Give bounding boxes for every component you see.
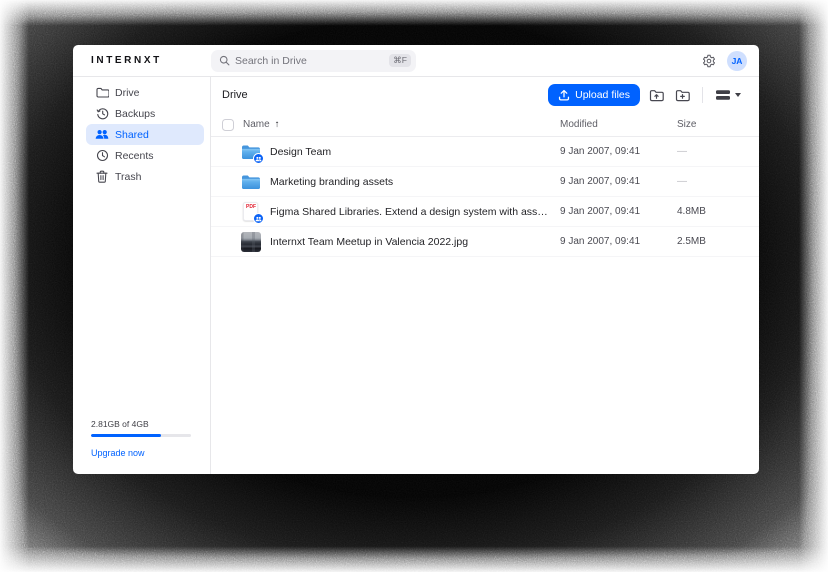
- sidebar-item-label: Backups: [115, 108, 155, 120]
- search-icon: [219, 55, 230, 66]
- image-thumbnail: [241, 232, 261, 252]
- view-mode-button[interactable]: [713, 86, 743, 104]
- search-bar[interactable]: ⌘F: [211, 50, 416, 72]
- sidebar-item-backups[interactable]: Backups: [86, 103, 204, 124]
- sidebar-item-label: Recents: [115, 150, 154, 162]
- table-row[interactable]: Design Team 9 Jan 2007, 09:41 —: [211, 137, 759, 167]
- sidebar-item-label: Drive: [115, 87, 140, 99]
- table-row[interactable]: Marketing branding assets 9 Jan 2007, 09…: [211, 167, 759, 197]
- people-icon: [95, 129, 109, 140]
- column-size[interactable]: Size: [677, 119, 759, 130]
- toolbar: Upload files: [548, 84, 743, 106]
- upload-files-button[interactable]: Upload files: [548, 84, 640, 106]
- file-name: Design Team: [270, 146, 341, 158]
- breadcrumb[interactable]: Drive: [222, 89, 248, 101]
- gear-icon: [702, 54, 716, 68]
- file-size: —: [677, 146, 759, 157]
- settings-button[interactable]: [702, 54, 716, 68]
- toolbar-divider: [702, 87, 703, 103]
- file-size: 4.8MB: [677, 206, 759, 217]
- folder-plus-icon: [675, 89, 690, 102]
- folder-upload-icon: [649, 89, 664, 102]
- file-name: Internxt Team Meetup in Valencia 2022.jp…: [270, 236, 478, 248]
- main-panel: Drive Upload files: [211, 77, 759, 474]
- sort-asc-icon[interactable]: ↑: [275, 119, 280, 130]
- app-body: Drive Backups Shared Recents: [73, 77, 759, 474]
- shared-badge-icon: [253, 153, 264, 164]
- storage-usage-text: 2.81GB of 4GB: [91, 419, 191, 429]
- file-size: 2.5MB: [677, 236, 759, 247]
- upload-icon: [558, 89, 570, 101]
- image-file-icon: [240, 231, 261, 252]
- select-all-checkbox[interactable]: [222, 119, 234, 131]
- upload-files-label: Upload files: [575, 89, 630, 101]
- search-input[interactable]: [235, 55, 384, 67]
- file-list: Design Team 9 Jan 2007, 09:41 — Marketin…: [211, 137, 759, 257]
- chevron-down-icon: [735, 93, 741, 97]
- top-bar: INTERNXT ⌘F JA: [73, 45, 759, 77]
- shared-folder-icon: [240, 141, 261, 162]
- trash-icon: [95, 170, 109, 183]
- file-modified: 9 Jan 2007, 09:41: [560, 206, 677, 217]
- sidebar-item-drive[interactable]: Drive: [86, 82, 204, 103]
- list-view-icon: [715, 88, 731, 102]
- table-row[interactable]: PDF Figma Shared Libraries. Extend a des…: [211, 197, 759, 227]
- sidebar-item-trash[interactable]: Trash: [86, 166, 204, 187]
- file-modified: 9 Jan 2007, 09:41: [560, 236, 677, 247]
- sidebar-nav: Drive Backups Shared Recents: [73, 77, 210, 187]
- screenshot-canvas: INTERNXT ⌘F JA Drive: [0, 0, 828, 572]
- storage-progress-bar: [91, 434, 191, 437]
- storage-widget: 2.81GB of 4GB Upgrade now: [91, 419, 191, 461]
- search-shortcut-badge: ⌘F: [389, 54, 411, 67]
- sidebar-item-recents[interactable]: Recents: [86, 145, 204, 166]
- create-folder-button[interactable]: [673, 87, 692, 104]
- file-modified: 9 Jan 2007, 09:41: [560, 146, 677, 157]
- file-size: —: [677, 176, 759, 187]
- file-modified: 9 Jan 2007, 09:41: [560, 176, 677, 187]
- upload-folder-button[interactable]: [647, 87, 666, 104]
- column-name[interactable]: Name: [243, 119, 270, 130]
- sidebar: Drive Backups Shared Recents: [73, 77, 211, 474]
- app-logo: INTERNXT: [73, 55, 211, 66]
- file-name: Figma Shared Libraries. Extend a design …: [270, 206, 560, 218]
- app-window: INTERNXT ⌘F JA Drive: [73, 45, 759, 474]
- file-name: Marketing branding assets: [270, 176, 403, 188]
- storage-progress-fill: [91, 434, 161, 437]
- folder-icon: [95, 87, 109, 98]
- column-modified[interactable]: Modified: [560, 119, 677, 130]
- table-header: Name ↑ Modified Size: [211, 113, 759, 137]
- folder-icon: [240, 171, 261, 192]
- main-header: Drive Upload files: [211, 77, 759, 113]
- table-row[interactable]: Internxt Team Meetup in Valencia 2022.jp…: [211, 227, 759, 257]
- upgrade-link[interactable]: Upgrade now: [91, 448, 145, 458]
- avatar[interactable]: JA: [727, 51, 747, 71]
- shared-badge-icon: [253, 213, 264, 224]
- sidebar-item-shared[interactable]: Shared: [86, 124, 204, 145]
- pdf-file-icon: PDF: [240, 201, 261, 222]
- backup-clock-icon: [95, 107, 109, 120]
- clock-icon: [95, 149, 109, 162]
- topbar-actions: JA: [702, 51, 759, 71]
- sidebar-item-label: Trash: [115, 171, 141, 183]
- sidebar-item-label: Shared: [115, 129, 149, 141]
